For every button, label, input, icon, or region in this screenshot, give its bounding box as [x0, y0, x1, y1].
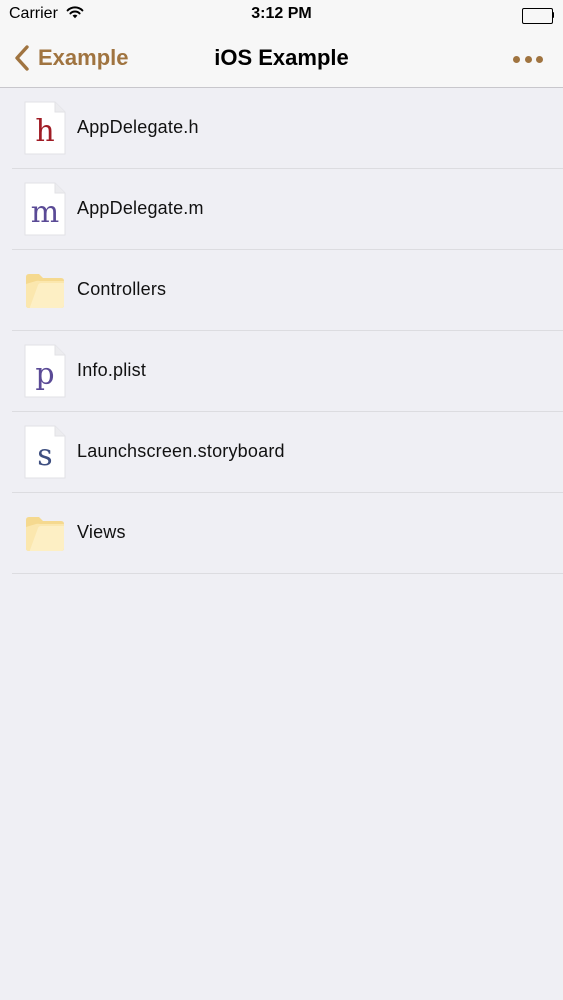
ellipsis-icon[interactable]	[513, 50, 543, 68]
file-type-letter: p	[35, 357, 55, 392]
file-name: AppDelegate.h	[77, 117, 199, 137]
file-row-launchscreen-storyboard[interactable]: s Launchscreen.storyboard	[0, 412, 563, 493]
header-file-icon: h	[24, 101, 66, 155]
folder-icon	[24, 263, 66, 317]
source-file-icon: m	[24, 182, 66, 236]
battery-icon	[522, 8, 554, 24]
folder-row-controllers[interactable]: Controllers	[0, 250, 563, 331]
folder-row-views[interactable]: Views	[0, 493, 563, 574]
screen: Carrier 3:12 PM Example iOS Example h Ap…	[0, 0, 563, 1000]
navigation-bar: Example iOS Example	[0, 30, 563, 88]
status-time: 3:12 PM	[251, 5, 312, 22]
file-list: h AppDelegate.h m AppDelegate.m Controll…	[0, 88, 563, 574]
file-row-appdelegate-h[interactable]: h AppDelegate.h	[0, 88, 563, 169]
plist-file-icon: p	[24, 344, 66, 398]
status-bar: Carrier 3:12 PM	[0, 0, 563, 30]
storyboard-file-icon: s	[24, 425, 66, 479]
file-name: Info.plist	[77, 360, 147, 380]
page-title: iOS Example	[214, 45, 349, 70]
folder-icon	[24, 506, 66, 560]
file-name: Controllers	[77, 279, 167, 299]
file-type-letter: s	[37, 438, 53, 473]
file-name: Views	[77, 522, 126, 542]
file-name: Launchscreen.storyboard	[77, 441, 285, 461]
file-name: AppDelegate.m	[77, 198, 204, 218]
file-type-letter: h	[35, 114, 55, 149]
file-row-info-plist[interactable]: p Info.plist	[0, 331, 563, 412]
file-type-letter: m	[30, 195, 60, 230]
file-row-appdelegate-m[interactable]: m AppDelegate.m	[0, 169, 563, 250]
